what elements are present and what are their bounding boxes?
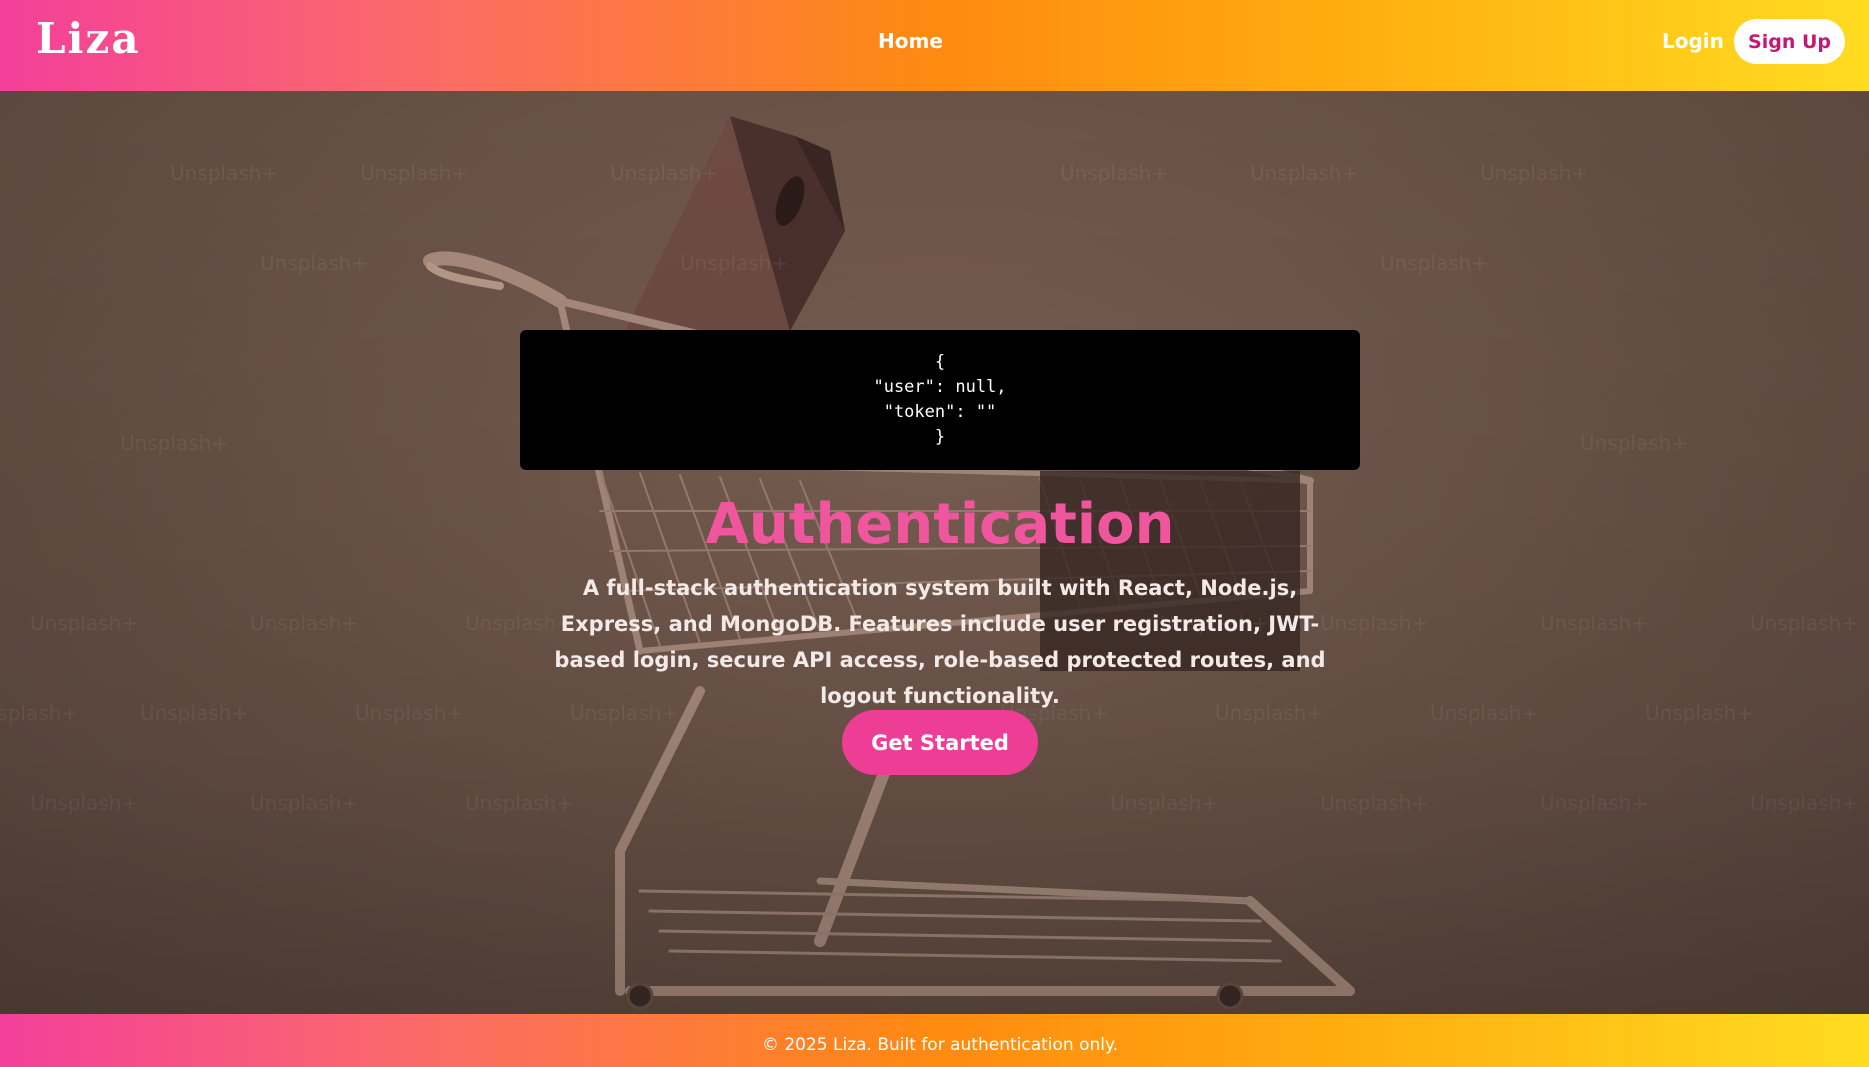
hero-description: A full-stack authentication system built… (554, 576, 1326, 708)
footer-copyright: © 2025 Liza. Built for authentication on… (761, 1035, 1119, 1055)
code-line: { (934, 352, 946, 372)
code-line: "user": null, (873, 377, 1007, 397)
signup-button[interactable]: Sign Up (1734, 19, 1845, 64)
page: Liza Home Login Sign Up {"user": null, … (0, 0, 1869, 1067)
nav-link-home[interactable]: Home (878, 29, 943, 53)
site-logo[interactable]: Liza (36, 14, 141, 63)
auth-state-code-box: { "user": null, "token": "" } (520, 330, 1360, 470)
hero-title: Authentication (705, 492, 1175, 557)
code-line: } (934, 427, 946, 447)
code-line: "token": "" (883, 402, 997, 422)
top-nav-bar: Liza Home Login Sign Up (0, 0, 1869, 91)
get-started-button[interactable]: Get Started (842, 710, 1038, 775)
nav-link-login[interactable]: Login (1662, 29, 1724, 53)
